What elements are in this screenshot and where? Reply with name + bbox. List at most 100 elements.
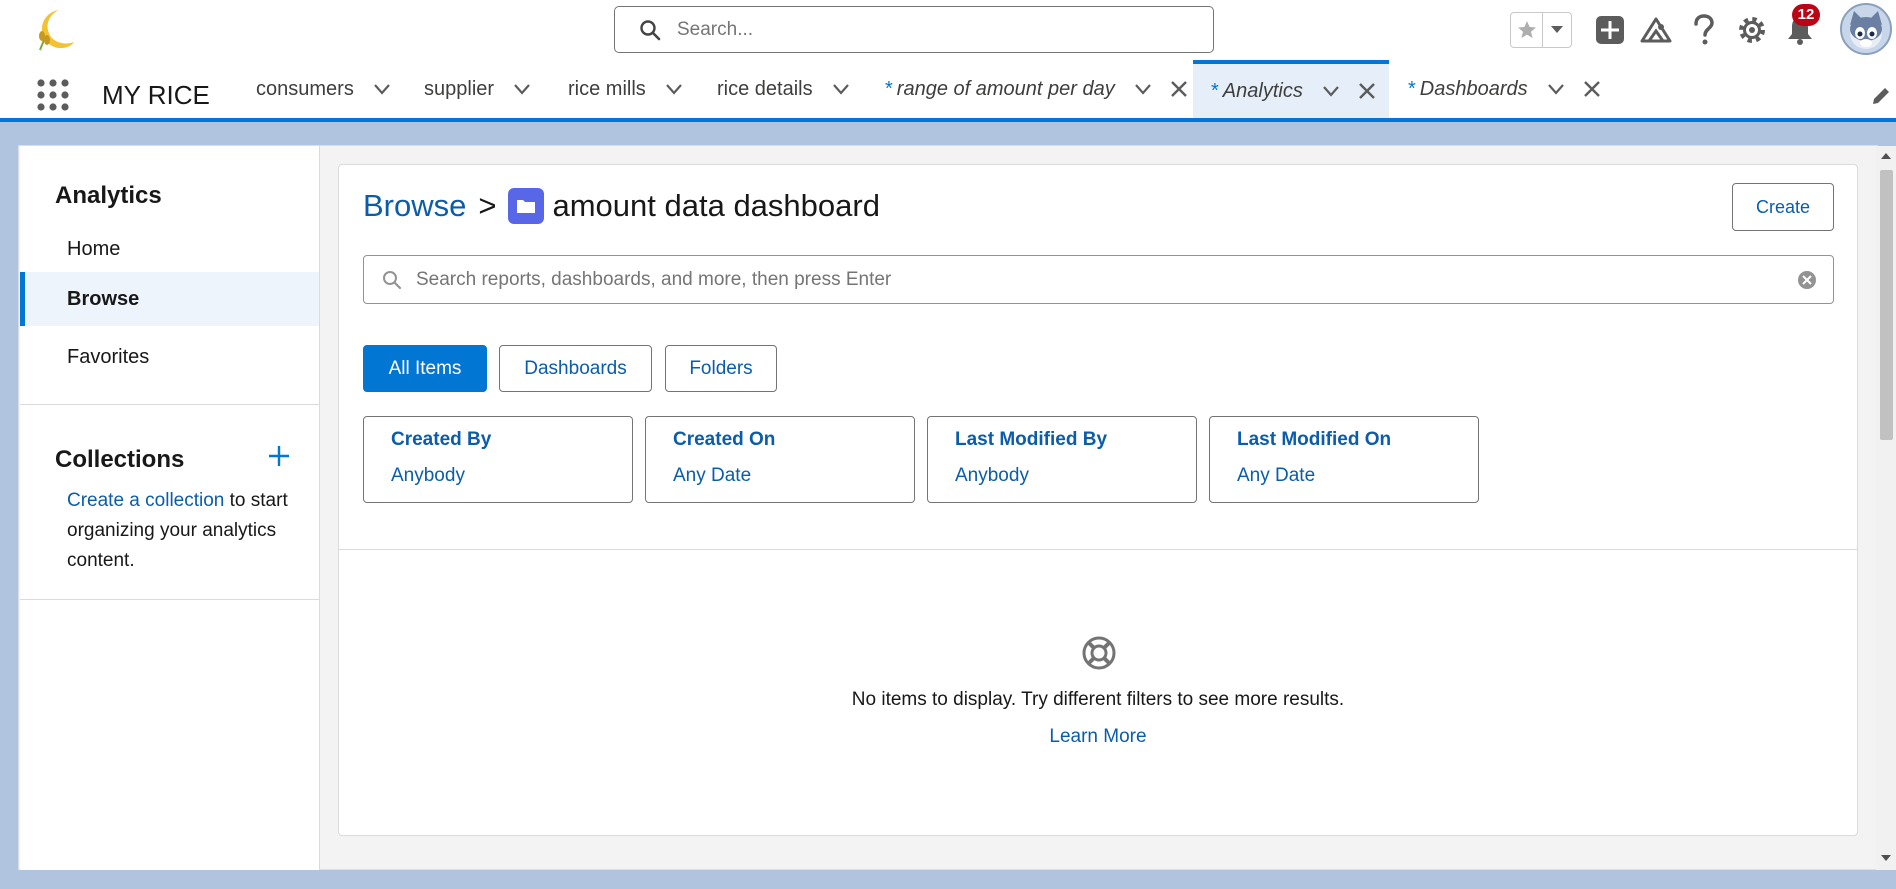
facet-title: Created On bbox=[673, 429, 776, 450]
setup-button[interactable] bbox=[1734, 12, 1770, 48]
app-name: MY RICE bbox=[102, 80, 210, 110]
content-divider bbox=[339, 549, 1857, 550]
tab-supplier[interactable]: supplier bbox=[424, 60, 532, 118]
search-icon bbox=[383, 270, 402, 289]
close-icon[interactable] bbox=[1357, 81, 1377, 101]
create-button[interactable]: Create bbox=[1732, 183, 1834, 231]
breadcrumb-browse-link[interactable]: Browse bbox=[363, 188, 466, 224]
gear-icon bbox=[1739, 17, 1765, 43]
collections-help-text: Create a collection to start organizing … bbox=[67, 486, 307, 576]
scroll-up-arrow-icon[interactable] bbox=[1880, 150, 1892, 162]
tab-label: rice mills bbox=[568, 77, 646, 100]
filter-all-items-button[interactable]: All Items bbox=[363, 345, 487, 392]
collections-title: Collections bbox=[55, 446, 185, 473]
tab-analytics[interactable]: * Analytics bbox=[1193, 60, 1389, 118]
filter-folders-button[interactable]: Folders bbox=[665, 345, 777, 392]
tab-label: Analytics bbox=[1222, 79, 1303, 102]
analytics-sidebar: Analytics Home Browse Favorites Collecti… bbox=[20, 146, 320, 870]
tab-dashboards[interactable]: * Dashboards bbox=[1408, 60, 1602, 118]
edit-nav-pencil-icon[interactable] bbox=[1870, 85, 1892, 107]
notifications-count-badge: 12 bbox=[1792, 4, 1820, 26]
sidebar-item-label: Browse bbox=[67, 287, 140, 310]
filter-dashboards-button[interactable]: Dashboards bbox=[499, 345, 652, 392]
scrollbar-thumb[interactable] bbox=[1880, 170, 1893, 440]
clear-search-icon[interactable] bbox=[1797, 270, 1817, 290]
analytics-search-input[interactable] bbox=[414, 267, 1774, 292]
sidebar-divider bbox=[20, 404, 319, 405]
user-avatar[interactable] bbox=[1840, 3, 1892, 55]
chevron-down-icon[interactable] bbox=[372, 79, 392, 99]
tab-label: Dashboards bbox=[1419, 77, 1528, 100]
unsaved-marker: * bbox=[1408, 77, 1416, 100]
tab-label: range of amount per day bbox=[896, 77, 1115, 100]
sidebar-item-label: Favorites bbox=[67, 345, 150, 368]
facet-last-modified-by[interactable]: Last Modified By Anybody bbox=[927, 416, 1197, 503]
astro-avatar-icon bbox=[1850, 11, 1882, 49]
sidebar-item-home[interactable]: Home bbox=[20, 222, 319, 276]
chevron-down-icon[interactable] bbox=[1546, 79, 1566, 99]
browse-content-card: Browse > amount data dashboard Create Al… bbox=[338, 164, 1858, 836]
chevron-down-icon[interactable] bbox=[512, 79, 532, 99]
facet-created-on[interactable]: Created On Any Date bbox=[645, 416, 915, 503]
star-icon bbox=[1517, 21, 1536, 38]
chevron-down-icon[interactable] bbox=[1321, 81, 1341, 101]
learn-more-link-wrap: Learn More bbox=[339, 726, 1857, 748]
sidebar-title: Analytics bbox=[55, 182, 162, 209]
facet-title: Last Modified On bbox=[1237, 429, 1392, 450]
unsaved-marker: * bbox=[885, 77, 893, 100]
sidebar-item-label: Home bbox=[67, 237, 121, 260]
tab-label: consumers bbox=[256, 77, 354, 100]
tab-label: supplier bbox=[424, 77, 495, 100]
analytics-search-box[interactable] bbox=[363, 255, 1834, 304]
help-button[interactable] bbox=[1686, 12, 1722, 48]
favorites-group bbox=[1510, 12, 1572, 48]
global-header: 12 bbox=[0, 0, 1896, 60]
tab-label: rice details bbox=[717, 77, 813, 100]
app-launcher-icon[interactable] bbox=[36, 78, 70, 112]
caret-down-icon bbox=[1551, 26, 1563, 33]
scroll-down-arrow-icon[interactable] bbox=[1880, 852, 1892, 864]
favorites-dropdown-button[interactable] bbox=[1543, 13, 1571, 47]
global-actions-button[interactable] bbox=[1592, 12, 1628, 48]
chevron-down-icon[interactable] bbox=[664, 79, 684, 99]
chevron-down-icon[interactable] bbox=[831, 79, 851, 99]
create-collection-link[interactable]: Create a collection bbox=[67, 490, 224, 511]
sidebar-item-browse[interactable]: Browse bbox=[20, 272, 319, 326]
facet-value: Anybody bbox=[955, 465, 1029, 486]
global-search-box[interactable] bbox=[614, 6, 1214, 53]
favorite-star-button[interactable] bbox=[1511, 13, 1543, 47]
plus-icon bbox=[269, 446, 289, 466]
trailhead-icon bbox=[1640, 17, 1672, 43]
chevron-down-icon[interactable] bbox=[1133, 79, 1153, 99]
facet-value: Any Date bbox=[673, 465, 752, 486]
rice-logo-icon[interactable] bbox=[30, 6, 78, 54]
tab-range-of-amount-per-day[interactable]: * range of amount per day bbox=[885, 60, 1189, 118]
trailhead-button[interactable] bbox=[1638, 12, 1674, 48]
help-icon bbox=[1694, 14, 1714, 45]
lifebuoy-icon bbox=[1082, 636, 1116, 670]
unsaved-marker: * bbox=[1211, 79, 1219, 102]
sidebar-item-favorites[interactable]: Favorites bbox=[20, 330, 319, 384]
close-icon[interactable] bbox=[1169, 79, 1189, 99]
global-search-input[interactable] bbox=[675, 17, 1195, 42]
facet-value: Any Date bbox=[1237, 465, 1316, 486]
facet-value: Anybody bbox=[391, 465, 465, 486]
close-icon[interactable] bbox=[1582, 79, 1602, 99]
plus-box-icon bbox=[1596, 16, 1624, 44]
tab-rice-details[interactable]: rice details bbox=[717, 60, 851, 118]
page-scrollbar[interactable] bbox=[1876, 146, 1896, 870]
page-title: amount data dashboard bbox=[552, 188, 880, 223]
empty-state-message: No items to display. Try different filte… bbox=[851, 689, 1345, 710]
tab-consumers[interactable]: consumers bbox=[256, 60, 392, 118]
add-collection-button[interactable] bbox=[265, 442, 293, 470]
facet-created-by[interactable]: Created By Anybody bbox=[363, 416, 633, 503]
tab-rice-mills[interactable]: rice mills bbox=[568, 60, 684, 118]
facet-last-modified-on[interactable]: Last Modified On Any Date bbox=[1209, 416, 1479, 503]
breadcrumb-separator: > bbox=[478, 188, 497, 223]
facet-title: Created By bbox=[391, 429, 492, 450]
breadcrumb: Browse > amount data dashboard bbox=[363, 188, 880, 224]
learn-more-link[interactable]: Learn More bbox=[1049, 726, 1146, 747]
facet-title: Last Modified By bbox=[955, 429, 1108, 450]
search-icon bbox=[640, 19, 661, 40]
sidebar-divider bbox=[20, 599, 319, 600]
